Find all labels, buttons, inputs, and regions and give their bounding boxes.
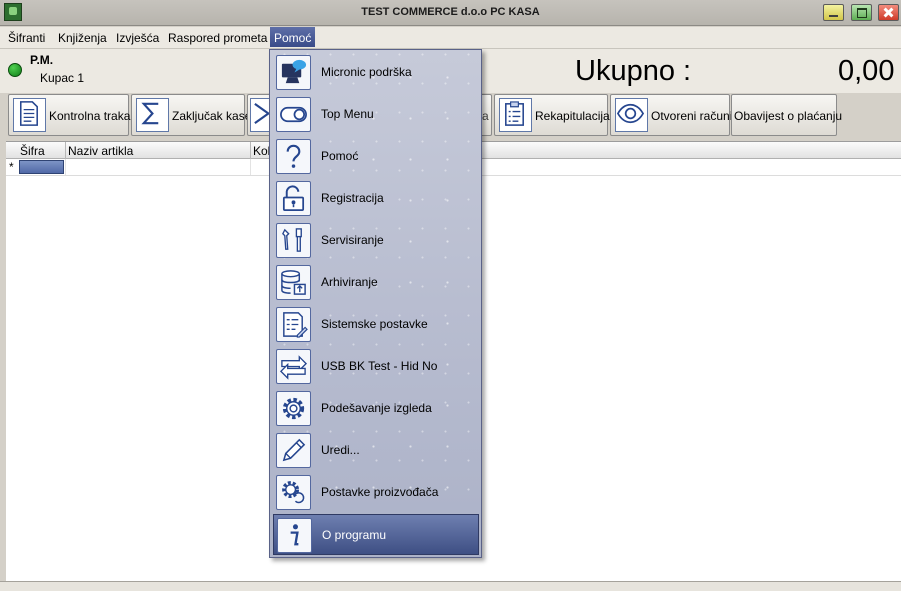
menu-item-label: USB BK Test - Hid No	[321, 359, 438, 373]
menu-item-servisiranje[interactable]: Servisiranje	[273, 220, 479, 261]
menu-item-uredi[interactable]: Uredi...	[273, 430, 479, 471]
menu-item-label: Servisiranje	[321, 233, 384, 247]
menu-item-label: Uredi...	[321, 443, 360, 457]
arrows-icon	[276, 349, 311, 384]
menu-item-sistemske-postavke[interactable]: Sistemske postavke	[273, 304, 479, 345]
pm-label: P.M.	[30, 53, 54, 67]
rekapitulacija-label: Rekapitulacija	[535, 109, 610, 123]
menu-item-label: Podešavanje izgleda	[321, 401, 432, 415]
column-header-sifra[interactable]: Šifra	[20, 144, 45, 158]
otvoreni-racuni-label: Otvoreni računi	[651, 109, 733, 123]
maximize-button[interactable]	[851, 4, 872, 21]
unlock-icon	[276, 181, 311, 216]
chevron-right-icon	[250, 98, 271, 132]
menu-item-label: Arhiviranje	[321, 275, 378, 289]
column-header-naziv-artikla[interactable]: Naziv artikla	[68, 144, 133, 158]
total-label: Ukupno :	[575, 55, 692, 87]
menu-item-label: Top Menu	[321, 107, 374, 121]
support-monitor-icon	[276, 55, 311, 90]
menu-raspored-prometa[interactable]: Raspored prometa	[168, 31, 267, 45]
menu-item-label: Postavke proizvođača	[321, 485, 439, 499]
kontrolna-traka-button[interactable]: Kontrolna traka	[8, 94, 131, 136]
menu-item-top-menu[interactable]: Top Menu	[273, 94, 479, 135]
obavijest-o-placanju-button[interactable]: Obavijest o plaćanju	[731, 94, 842, 136]
menu-bar: Šifranti Knjiženja Izvješća Raspored pro…	[0, 27, 901, 49]
status-bar	[0, 581, 901, 591]
menu-item-label: Sistemske postavke	[321, 317, 428, 331]
title-bar: TEST COMMERCE d.o.o PC KASA	[0, 0, 901, 26]
tools-icon	[276, 223, 311, 258]
menu-item-label: Registracija	[321, 191, 384, 205]
close-button[interactable]	[878, 4, 899, 21]
gear-refresh-icon	[276, 475, 311, 510]
selected-cell[interactable]	[19, 160, 64, 174]
obavijest-o-placanju-label: Obavijest o plaćanju	[734, 109, 843, 123]
pencil-icon	[276, 433, 311, 468]
document-icon	[13, 98, 46, 132]
question-icon	[276, 139, 311, 174]
sigma-icon	[136, 98, 169, 132]
menu-sifranti[interactable]: Šifranti	[8, 31, 45, 45]
gear-icon	[276, 391, 311, 426]
pomoc-dropdown-menu: Micronic podrška Top Menu Pomoć Registra…	[269, 49, 482, 558]
new-row-marker: *	[9, 160, 14, 174]
zakljucak-kase-label: Zaključak kase	[172, 109, 252, 123]
menu-item-usb-bk-test[interactable]: USB BK Test - Hid No	[273, 346, 479, 387]
menu-item-label: Micronic podrška	[321, 65, 412, 79]
menu-item-label: Pomoć	[321, 149, 359, 163]
menu-item-arhiviranje[interactable]: Arhiviranje	[273, 262, 479, 303]
total-value: 0,00	[838, 55, 895, 87]
menu-item-pomoc[interactable]: Pomoć	[273, 136, 479, 177]
menu-item-registracija[interactable]: Registracija	[273, 178, 479, 219]
menu-pomoc[interactable]: Pomoć	[270, 27, 316, 47]
toolbar-button-3[interactable]	[247, 94, 271, 136]
kontrolna-traka-label: Kontrolna traka	[49, 109, 131, 123]
toggle-icon	[276, 97, 311, 132]
checklist-icon	[499, 98, 532, 132]
settings-list-icon	[276, 307, 311, 342]
menu-izvjesca[interactable]: Izvješća	[116, 31, 159, 45]
database-icon	[276, 265, 311, 300]
menu-item-o-programu[interactable]: O programu	[273, 514, 479, 555]
menu-knjizenja[interactable]: Knjiženja	[58, 31, 107, 45]
menu-item-podesavanje-izgleda[interactable]: Podešavanje izgleda	[273, 388, 479, 429]
info-icon	[277, 518, 312, 553]
minimize-button[interactable]	[823, 4, 844, 21]
status-indicator-icon	[8, 63, 22, 77]
eye-icon	[615, 98, 648, 132]
menu-item-postavke-proizvodaca[interactable]: Postavke proizvođača	[273, 472, 479, 513]
menu-item-micronic-podrska[interactable]: Micronic podrška	[273, 52, 479, 93]
menu-item-label: O programu	[322, 528, 387, 542]
customer-label: Kupac 1	[40, 71, 85, 85]
zakljucak-kase-button[interactable]: Zaključak kase	[131, 94, 251, 136]
toolbar-button-4-label: a	[482, 109, 489, 123]
rekapitulacija-button[interactable]: Rekapitulacija	[494, 94, 610, 136]
window-title: TEST COMMERCE d.o.o PC KASA	[361, 6, 540, 18]
otvoreni-racuni-button[interactable]: Otvoreni računi	[610, 94, 733, 136]
